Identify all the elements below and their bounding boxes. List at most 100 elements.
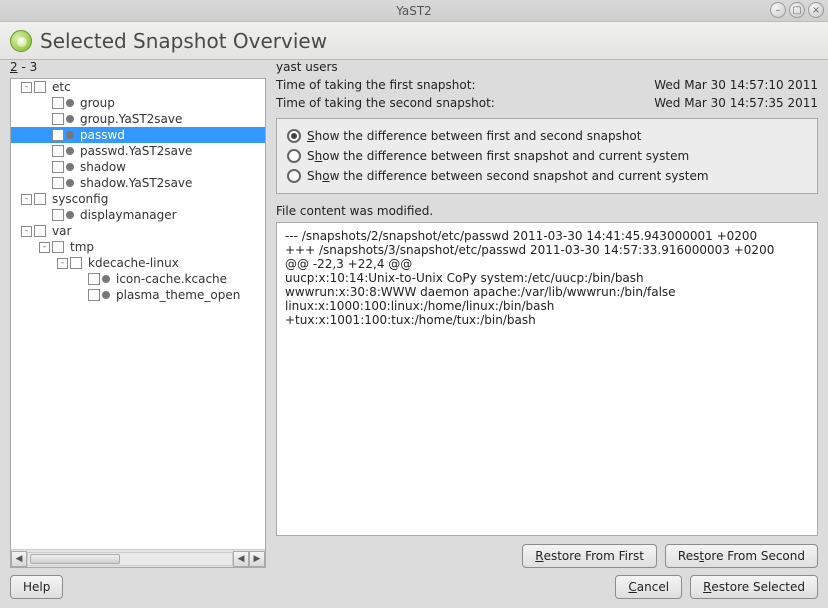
snapshot-range-first: 2 [10,60,18,74]
minimize-button[interactable]: – [770,2,786,18]
tree-item-label: displaymanager [80,208,177,222]
tree-item-passwd-yast2save[interactable]: passwd.YaST2save [11,143,265,159]
checkbox[interactable] [52,129,64,141]
diff-textarea[interactable]: --- /snapshots/2/snapshot/etc/passwd 201… [276,222,818,536]
scroll-thumb[interactable] [30,554,120,564]
scroll-right-icon[interactable]: ◀ [233,551,249,567]
file-tree-box: - etc group group.YaST2savepasswdpasswd.YaS… [10,78,266,568]
yast-window: YaST2 – ▢ × Selected Snapshot Overview 2… [0,0,828,608]
tree-item-label: shadow [80,160,126,174]
checkbox[interactable] [52,113,64,125]
radio-first-current[interactable]: Show the difference between first snapsh… [287,149,807,163]
tree-item-etc[interactable]: - etc [11,79,265,95]
tree-item-group-yast2save[interactable]: group.YaST2save [11,111,265,127]
close-button[interactable]: × [808,2,824,18]
cancel-button[interactable]: Cancel [615,575,682,599]
tree-item-label: shadow.YaST2save [80,176,192,190]
tree-item-shadow-yast2save[interactable]: shadow.YaST2save [11,175,265,191]
tree-item-label: sysconfig [52,192,108,206]
checkbox[interactable] [70,257,82,269]
checkbox[interactable] [88,273,100,285]
checkbox[interactable] [52,241,64,253]
tree-item-tmp[interactable]: - tmp [11,239,265,255]
window-title: YaST2 [396,4,432,18]
yast-icon [10,30,32,52]
tree-item-label: kdecache-linux [88,256,179,270]
time2-value: Wed Mar 30 14:57:35 2011 [654,96,818,110]
checkbox[interactable] [52,161,64,173]
page-title: Selected Snapshot Overview [40,29,327,53]
tree-item-shadow[interactable]: shadow [11,159,265,175]
title-bar: YaST2 – ▢ × [0,0,828,22]
radio-label: Show the difference between first snapsh… [307,149,689,163]
checkbox[interactable] [52,209,64,221]
tree-item-kdecache-linux[interactable]: - kdecache-linux [11,255,265,271]
help-button[interactable]: Help [10,575,63,599]
page-header: Selected Snapshot Overview [0,22,828,60]
checkbox[interactable] [34,225,46,237]
maximize-button[interactable]: ▢ [789,2,805,18]
radio-second-current[interactable]: Show the difference between second snaps… [287,169,807,183]
tree-item-label: passwd.YaST2save [80,144,192,158]
checkbox[interactable] [52,97,64,109]
file-icon [66,147,74,155]
radio-label: Show the difference between first and se… [307,129,641,143]
bottom-bar: Help Cancel Restore Selected [10,574,818,600]
tree-item-label: group.YaST2save [80,112,182,126]
tree-hscrollbar[interactable]: ◀ ◀ ▶ [11,549,265,567]
snapshot-range-label: 2 - 3 [10,60,266,74]
snapshot-range-second: 3 [30,60,38,74]
tree-item-var[interactable]: - var [11,223,265,239]
expander-icon[interactable]: - [39,242,50,253]
expander-icon[interactable]: - [21,226,32,237]
diff-mode-group: Show the difference between first and se… [276,118,818,194]
checkbox[interactable] [34,81,46,93]
restore-from-second-button[interactable]: Restore From Second [665,544,818,568]
file-icon [66,131,74,139]
scroll-track[interactable] [27,552,233,566]
right-panel: yast users Time of taking the first snap… [276,60,818,568]
checkbox[interactable] [34,193,46,205]
tree-item-label: etc [52,80,71,94]
diff-status-label: File content was modified. [276,204,818,218]
radio-icon [287,149,301,163]
file-icon [66,211,74,219]
tree-item-sysconfig[interactable]: - sysconfig [11,191,265,207]
checkbox[interactable] [88,289,100,301]
file-icon [102,275,110,283]
checkbox[interactable] [52,177,64,189]
tree-item-plasma-theme-open[interactable]: plasma_theme_open [11,287,265,303]
expander-icon[interactable]: - [57,258,68,269]
expander-icon[interactable]: - [21,194,32,205]
module-name: yast users [276,60,654,74]
tree-item-label: group [80,96,115,110]
left-panel: 2 - 3 - etc group group.YaST2savepasswdpass… [10,60,266,568]
info-grid: yast users Time of taking the first snap… [276,60,818,110]
time2-label: Time of taking the second snapshot: [276,96,654,110]
window-controls: – ▢ × [770,2,824,18]
tree-item-icon-cache-kcache[interactable]: icon-cache.kcache [11,271,265,287]
file-tree[interactable]: - etc group group.YaST2savepasswdpasswd.YaS… [11,79,265,549]
tree-item-label: var [52,224,71,238]
tree-item-displaymanager[interactable]: displaymanager [11,207,265,223]
tree-item-group[interactable]: group [11,95,265,111]
restore-from-first-button[interactable]: Restore From First [522,544,657,568]
checkbox[interactable] [52,145,64,157]
restore-selected-button[interactable]: Restore Selected [690,575,818,599]
tree-item-label: tmp [70,240,94,254]
scroll-left-icon[interactable]: ◀ [11,551,27,567]
file-icon [66,163,74,171]
expander-icon[interactable]: - [21,82,32,93]
radio-icon [287,129,301,143]
radio-icon [287,169,301,183]
snapshot-range-sep: - [18,60,30,74]
main-content: 2 - 3 - etc group group.YaST2savepasswdpass… [10,60,818,568]
tree-item-passwd[interactable]: passwd [11,127,265,143]
radio-first-second[interactable]: Show the difference between first and se… [287,129,807,143]
time1-label: Time of taking the first snapshot: [276,78,654,92]
tree-item-label: plasma_theme_open [116,288,240,302]
scroll-right2-icon[interactable]: ▶ [249,551,265,567]
file-icon [66,115,74,123]
restore-buttons: Restore From First Restore From Second [276,544,818,568]
file-icon [66,179,74,187]
